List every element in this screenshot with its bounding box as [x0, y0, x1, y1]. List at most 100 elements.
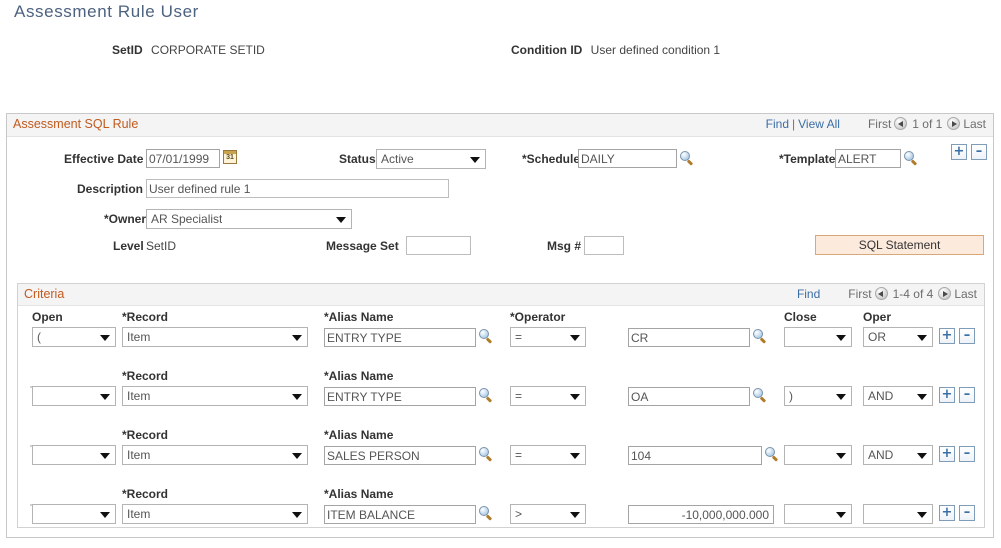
criteria-row-2-value-lookup-icon[interactable] [753, 388, 768, 403]
owner-dropdown[interactable]: AR Specialist [146, 209, 352, 229]
criteria-row-2-value-input[interactable] [628, 387, 750, 406]
criteria-next-arrow-icon[interactable] [938, 287, 951, 300]
criteria-row-3-close-dropdown[interactable] [784, 445, 852, 465]
assessment-sql-rule-header: Assessment SQL Rule Find|View AllFirst1 … [7, 114, 993, 137]
column-header-open: Open [32, 310, 63, 324]
criteria-row-2-operator-dropdown[interactable]: = [510, 386, 586, 406]
criteria-previous-arrow-icon[interactable] [875, 287, 888, 300]
chevron-down-icon [292, 453, 302, 459]
effective-date-label: Effective Date [64, 152, 143, 166]
effective-date-input[interactable] [146, 149, 220, 168]
criteria-last-label[interactable]: Last [954, 287, 977, 301]
chevron-down-icon [470, 157, 480, 163]
setid-value: CORPORATE SETID [151, 43, 265, 57]
criteria-row-2-add-button[interactable]: + [939, 387, 955, 403]
chevron-down-icon [570, 394, 580, 400]
chevron-down-icon [292, 512, 302, 518]
rule-first-label[interactable]: First [868, 117, 891, 131]
description-label: Description [77, 182, 143, 196]
calendar-icon[interactable]: 31 [223, 150, 237, 164]
message-set-input[interactable] [406, 236, 471, 255]
chevron-down-icon [917, 394, 927, 400]
chevron-down-icon [570, 512, 580, 518]
criteria-row-3-value-input[interactable] [628, 446, 762, 465]
template-lookup-icon[interactable] [904, 151, 919, 166]
criteria-row-3-alias-input[interactable] [324, 446, 476, 465]
criteria-row-4-close-dropdown[interactable] [784, 504, 852, 524]
template-input[interactable] [835, 149, 901, 168]
assessment-sql-rule-panel: Assessment SQL Rule Find|View AllFirst1 … [6, 113, 994, 538]
criteria-row-1-record-value: Item [127, 329, 150, 346]
criteria-row-2-alias-input[interactable] [324, 387, 476, 406]
rule-last-label[interactable]: Last [963, 117, 986, 131]
criteria-row-3-add-button[interactable]: + [939, 446, 955, 462]
criteria-row-4-value-input[interactable] [628, 505, 774, 524]
message-set-label: Message Set [326, 239, 399, 253]
status-dropdown[interactable]: Active [376, 149, 486, 169]
condition-id-value: User defined condition 1 [591, 43, 720, 57]
criteria-row-4-record-dropdown[interactable]: Item [122, 504, 308, 524]
criteria-row-2-close-dropdown[interactable]: ) [784, 386, 852, 406]
criteria-row-2-record-value: Item [127, 388, 150, 405]
criteria-row-1-alias-lookup-icon[interactable] [479, 329, 494, 344]
criteria-row-1-value-lookup-icon[interactable] [753, 329, 768, 344]
chevron-down-icon [836, 335, 846, 341]
criteria-row-2-close-value: ) [789, 388, 793, 405]
criteria-row-3-oper-dropdown[interactable]: AND [863, 445, 933, 465]
rule-view-all-link[interactable]: View All [798, 117, 840, 131]
schedule-lookup-icon[interactable] [680, 151, 695, 166]
criteria-row-1-alias-input[interactable] [324, 328, 476, 347]
assessment-sql-rule-title: Assessment SQL Rule [13, 117, 138, 131]
rule-delete-row-button[interactable]: – [971, 144, 987, 160]
rule-find-link[interactable]: Find [766, 117, 789, 131]
criteria-row-2-operator-value: = [515, 388, 522, 405]
criteria-row-1-value-input[interactable] [628, 328, 750, 347]
criteria-row-2-oper-dropdown[interactable]: AND [863, 386, 933, 406]
rule-previous-arrow-icon[interactable] [894, 117, 907, 130]
criteria-row-4-record-header: Record [122, 487, 168, 501]
msg-number-input[interactable] [584, 236, 624, 255]
criteria-row-1-operator-dropdown[interactable]: = [510, 327, 586, 347]
criteria-row-4-operator-dropdown[interactable]: > [510, 504, 586, 524]
rule-nav-bar: Find|View AllFirst1 of 1Last [766, 117, 986, 131]
criteria-row-3-value-lookup-icon[interactable] [765, 447, 780, 462]
criteria-row-2-alias-lookup-icon[interactable] [479, 388, 494, 403]
criteria-row-3-oper-value: AND [868, 447, 893, 464]
magnifier-handle [486, 396, 492, 402]
criteria-row-3-alias-header: Alias Name [324, 428, 393, 442]
rule-next-arrow-icon[interactable] [947, 117, 960, 130]
criteria-row-4-add-button[interactable]: + [939, 505, 955, 521]
criteria-row-2-record-dropdown[interactable]: Item [122, 386, 308, 406]
criteria-row-3-alias-lookup-icon[interactable] [479, 447, 494, 462]
criteria-row-4-open-dropdown[interactable] [32, 504, 116, 524]
criteria-first-label[interactable]: First [848, 287, 871, 301]
criteria-row-4-alias-lookup-icon[interactable] [479, 506, 494, 521]
column-header-record: Record [122, 310, 168, 324]
sql-statement-button[interactable]: SQL Statement [815, 235, 984, 255]
description-input[interactable] [146, 179, 449, 198]
schedule-label: Schedule [522, 152, 580, 166]
criteria-row-1-record-dropdown[interactable]: Item [122, 327, 308, 347]
criteria-row-1-close-dropdown[interactable] [784, 327, 852, 347]
rule-add-row-button[interactable]: + [951, 144, 967, 160]
level-label: Level [113, 239, 144, 253]
chevron-down-icon [100, 335, 110, 341]
criteria-row-3-operator-dropdown[interactable]: = [510, 445, 586, 465]
criteria-row-1-open-dropdown[interactable]: ( [32, 327, 116, 347]
criteria-row-4-remove-button[interactable]: – [959, 505, 975, 521]
criteria-row-4-oper-dropdown[interactable] [863, 504, 933, 524]
chevron-down-icon [336, 217, 346, 223]
criteria-row-1-add-button[interactable]: + [939, 328, 955, 344]
criteria-row-3-remove-button[interactable]: – [959, 446, 975, 462]
criteria-row-3-open-dropdown[interactable] [32, 445, 116, 465]
template-label: Template [779, 152, 835, 166]
criteria-row-2-open-dropdown[interactable] [32, 386, 116, 406]
schedule-input[interactable] [578, 149, 677, 168]
criteria-row-2-remove-button[interactable]: – [959, 387, 975, 403]
magnifier-handle [486, 514, 492, 520]
criteria-row-1-remove-button[interactable]: – [959, 328, 975, 344]
criteria-row-4-alias-input[interactable] [324, 505, 476, 524]
criteria-row-1-oper-dropdown[interactable]: OR [863, 327, 933, 347]
criteria-row-3-record-dropdown[interactable]: Item [122, 445, 308, 465]
criteria-find-link[interactable]: Find [797, 287, 820, 301]
